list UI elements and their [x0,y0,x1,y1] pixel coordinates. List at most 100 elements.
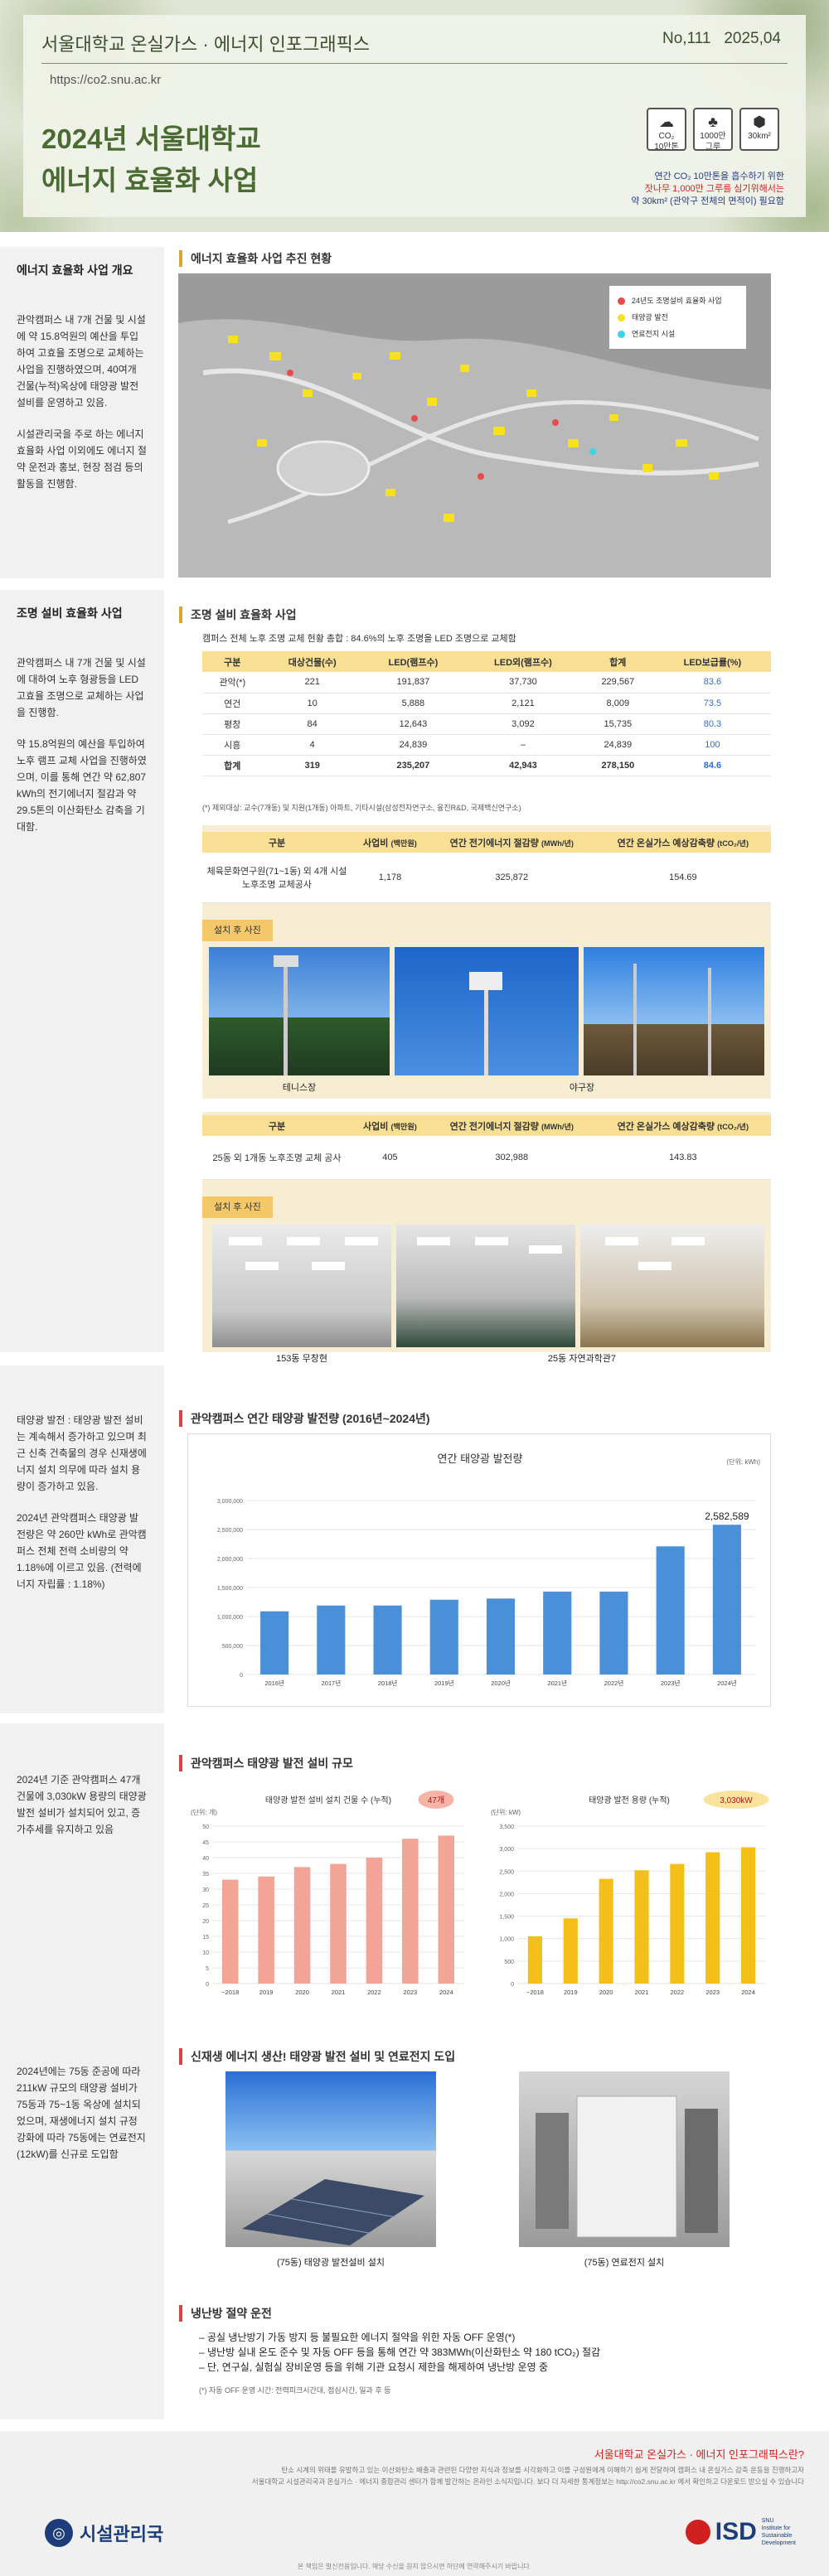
photo-caption: 테니스장 [282,1083,317,1093]
photo-art [242,2179,424,2245]
table-cell: 37,730 [464,672,582,694]
footer-title: 서울대학교 온실가스 · 에너지 인포그래픽스란? [594,2448,804,2461]
col-header: 연간 온실가스 예상감축량 (tCO₂/년) [594,832,771,853]
table-cell: 100 [653,734,771,756]
y-tick-label: 2,000,000 [217,1557,243,1563]
x-tick-label: 2023 [705,1989,720,1996]
col-header-text: 사업비 [363,1121,389,1132]
table-cell: 83.6 [653,672,771,694]
chart-title: 연간 태양광 발전량 [438,1452,523,1465]
table-row: 평창 84 12,643 3,092 15,735 80.3 [202,713,771,735]
x-tick-label: 2019 [259,1989,274,1996]
y-tick-label: 50 [202,1824,209,1830]
x-tick-label: 2020 [599,1989,613,1996]
table-row: 시흥 4 24,839–24,839 100 [202,734,771,756]
dot-icon [618,297,625,306]
bar [373,1605,402,1675]
photo-ribbon: 설치 후 사진 [202,1196,273,1218]
photo-caption: 153동 무창현 [276,1354,327,1364]
table-note: (*) 제외대상: 교수(7개동) 및 지원(1개동) 아파트, 기타시설(삼성… [202,804,521,812]
x-tick-label: 2019년 [434,1679,454,1687]
facility-logo: ◎ 시설관리국 [45,2519,163,2547]
chart-badge: 3,030kW [720,1796,753,1805]
page-title: 2024년 서울대학교 에너지 효율화 사업 [41,118,261,201]
unit-text: (tCO₂/년) [717,839,749,848]
table-cell: 143.83 [594,1136,771,1180]
isd-sub: SNU Institute for Sustainable Developmen… [762,2517,796,2547]
annual-solar-chart: 연간 태양광 발전량 (단위: kWh) 0 500,000 1,000,000 1,50… [187,1433,771,1707]
isd-logo: ISD SNU Institute for Sustainable Develo… [685,2517,796,2547]
title-line1: 2024년 서울대학교 [41,123,261,154]
header-banner: 서울대학교 온실가스 · 에너지 인포그래픽스 No,111 2025,04 h… [0,0,829,232]
bar [599,1591,628,1675]
bar [527,1936,542,1984]
isd-sub-line: SNU [761,2518,774,2524]
unit-text: (백만원) [390,839,417,848]
co2-cloud-icon: ☁ CO₂ 10만톤 [647,108,686,152]
area-icon: ⬢ 30km² [739,108,779,151]
y-tick-label: 2,500 [499,1869,514,1875]
chart-title: 태양광 발전 설비 설치 건물 수 (누적) [265,1795,391,1805]
y-tick-label: 2,000 [499,1892,514,1897]
hvac-note: (*) 자동 OFF 운영 시간: 전력피크시간대, 점심시간, 일과 후 등 [199,2386,391,2395]
y-tick-label: 25 [202,1903,209,1909]
list-item: – 공실 냉난방기 가동 방지 등 불필요한 에너지 절약을 위한 자동 OFF… [199,2332,516,2343]
note-line1: 연간 CO₂ 10만톤을 흡수하기 위한 [654,172,784,181]
chart-unit: (단위: kWh) [727,1457,761,1466]
table-cell: 405 [351,1136,429,1180]
y-tick-label: 30 [202,1887,209,1893]
table-cell: 3,092 [464,713,582,735]
y-tick-label: 1,000,000 [217,1615,243,1621]
photo-fuel-cell [519,2071,730,2247]
y-tick-label: 40 [202,1856,209,1862]
table-cell: 154.69 [594,853,771,903]
sidebar-title: 에너지 효율화 사업 개요 [17,263,133,277]
table-cell: 평창 [202,713,263,735]
copyright: 본 책임은 발신전용입니다. 해당 수신을 원치 않으시면 하단에 연락해주시기… [297,2563,532,2570]
photo-classroom-153 [212,1225,391,1347]
table-cell: 연건 [202,693,263,714]
list-item-text: 냉난방 실내 온도 준수 및 자동 OFF 등을 통해 연간 약 383MWh(… [207,2346,601,2358]
sidebar-text: 시설관리국을 주로 하는 에너지 효율화 사업 이외에도 에너지 절약 운전과 … [17,428,147,490]
photo-baseball-field [395,947,579,1075]
x-tick-label: 2020 [295,1989,309,1996]
issue-number: No,111 2025,04 [662,30,781,48]
table-cell: 235,207 [361,755,465,776]
section-title: 조명 설비 효율화 사업 [179,607,297,623]
footer-desc: 탄소 시계의 위태를 유발하고 있는 이산화탄소 배출과 관련된 다양한 지식과… [158,2464,804,2487]
sidebar-text: 태양광 발전 : 태양광 발전 설비는 계속해서 증가하고 있으며 최근 신축 … [17,1414,147,1492]
note-line3: 약 30km² (관악구 전체의 면적이) 필요함 [631,196,784,206]
footer-line: 탄소 시계의 위태를 유발하고 있는 이산화탄소 배출과 관련된 다양한 지식과… [281,2466,804,2474]
terrain [178,319,771,578]
badge-sub: 그루 [705,143,721,152]
table-cell: 4 [262,734,362,756]
section-title: 냉난방 절약 운전 [179,2305,272,2322]
table-row: 25동 외 1개동 노후조명 교체 공사 405 302,988 143.83 [202,1136,771,1180]
photo-caption: 25동 자연과학관7 [547,1354,617,1364]
lamp-status-table: 구분 대상건물(수) LED(램프수) LED외(램프수) 합계 LED보급률(… [202,651,771,776]
x-tick-label: 2024 [741,1989,755,1996]
photo-classroom-25a [396,1225,575,1347]
isd-sub-line: Sustainable [761,2533,793,2539]
renewable-sidebar: 2024년에는 75동 준공에 따라 211kW 규모의 태양광 설비가 75동… [0,2038,164,2295]
table-body: 관악(*) 221 191,837 37,730 229,567 83.6 연건 10 5,88… [202,672,771,776]
hvac-sidebar [0,2295,164,2419]
legend-item: 연료전지 시설 [618,326,738,342]
x-tick-label: ~2018 [526,1989,544,1996]
sidebar-text: 2024년 관악캠퍼스 태양광 발전량은 약 260만 kWh로 관악캠퍼스 전… [17,1512,147,1590]
site-url-link[interactable]: https://co2.snu.ac.kr [50,73,161,87]
photo-solar-panels [225,2071,436,2247]
table-cell: 합계 [202,755,263,776]
table-row: 체육문화연구원(71~1동) 외 4개 시설 노후조명 교체공사 1,178 3… [202,853,771,903]
sidebar-text: 관악캠퍼스 내 7개 건물 및 시설에 대하여 노후 형광등을 LED 고효율 … [17,657,146,718]
bar [670,1863,685,1984]
table-cell: 42,943 [464,755,582,776]
x-tick-label: 2021 [635,1989,649,1996]
badge-value: 30km² [748,132,771,141]
header-card: 서울대학교 온실가스 · 에너지 인포그래픽스 No,111 2025,04 h… [23,15,806,217]
table-cell: 1,178 [351,853,429,903]
fuelcell-markers [589,448,596,455]
badge-sub: 10만톤 [654,143,679,152]
table-cell: 319 [262,755,362,776]
section-title: 관악캠퍼스 연간 태양광 발전량 (2016년~2024년) [179,1410,430,1427]
